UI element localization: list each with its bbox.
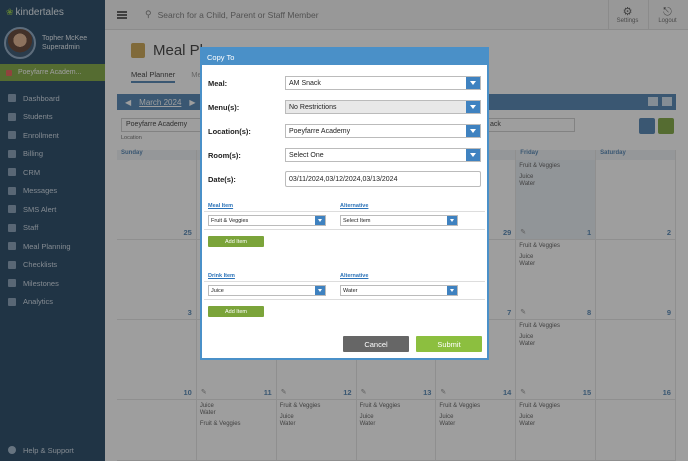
chevron-down-icon	[315, 286, 325, 295]
location-select[interactable]: Poeyfarre Academy	[285, 124, 481, 138]
drink-item-select[interactable]: Juice	[208, 285, 326, 296]
add-drink-item-button[interactable]: Add Item	[208, 306, 264, 317]
chevron-down-icon	[447, 286, 457, 295]
dialog-title: Copy To	[202, 49, 487, 65]
copy-to-dialog: Copy To Meal: AM Snack Menu(s): No Restr…	[200, 47, 489, 360]
add-meal-item-button[interactable]: Add Item	[208, 236, 264, 247]
meal-alternative-select[interactable]: Select Item	[340, 215, 458, 226]
menus-select[interactable]: No Restrictions	[285, 100, 481, 114]
location-value: Poeyfarre Academy	[289, 127, 351, 135]
room-value: Select One	[289, 151, 324, 159]
drink-alternative-header: Alternative	[340, 273, 369, 279]
meal-item-value: Fruit & Veggies	[211, 217, 249, 224]
menus-label: Menu(s):	[208, 102, 240, 112]
location-row: Location(s): Poeyfarre Academy	[208, 124, 481, 138]
drink-alternative-value: Water	[343, 287, 358, 294]
room-select[interactable]: Select One	[285, 148, 481, 162]
meal-row: Meal: AM Snack	[208, 76, 481, 90]
chevron-down-icon	[466, 77, 480, 89]
chevron-down-icon	[466, 125, 480, 137]
divider	[204, 299, 485, 300]
dates-row: Date(s): 03/11/2024,03/12/2024,03/13/202…	[208, 171, 481, 187]
divider	[204, 281, 485, 282]
meal-alternative-value: Select Item	[343, 217, 371, 224]
location-label: Location(s):	[208, 126, 251, 136]
meal-alternative-header: Alternative	[340, 203, 369, 209]
meal-item-select[interactable]: Fruit & Veggies	[208, 215, 326, 226]
chevron-down-icon	[466, 101, 480, 113]
meal-select[interactable]: AM Snack	[285, 76, 481, 90]
submit-button[interactable]: Submit	[416, 336, 482, 352]
menus-value: No Restrictions	[289, 103, 337, 111]
chevron-down-icon	[315, 216, 325, 225]
chevron-down-icon	[466, 149, 480, 161]
room-label: Room(s):	[208, 150, 241, 160]
divider	[204, 229, 485, 230]
meal-label: Meal:	[208, 78, 228, 88]
drink-item-value: Juice	[211, 287, 224, 294]
cancel-button[interactable]: Cancel	[343, 336, 409, 352]
meal-value: AM Snack	[289, 79, 321, 87]
dates-input[interactable]: 03/11/2024,03/12/2024,03/13/2024	[285, 171, 481, 187]
meal-item-header: Meal Item	[208, 203, 234, 209]
drink-alternative-select[interactable]: Water	[340, 285, 458, 296]
dates-label: Date(s):	[208, 174, 236, 184]
menus-row: Menu(s): No Restrictions	[208, 100, 481, 114]
room-row: Room(s): Select One	[208, 148, 481, 162]
drink-item-header: Drink Item	[208, 273, 235, 279]
divider	[204, 211, 485, 212]
chevron-down-icon	[447, 216, 457, 225]
